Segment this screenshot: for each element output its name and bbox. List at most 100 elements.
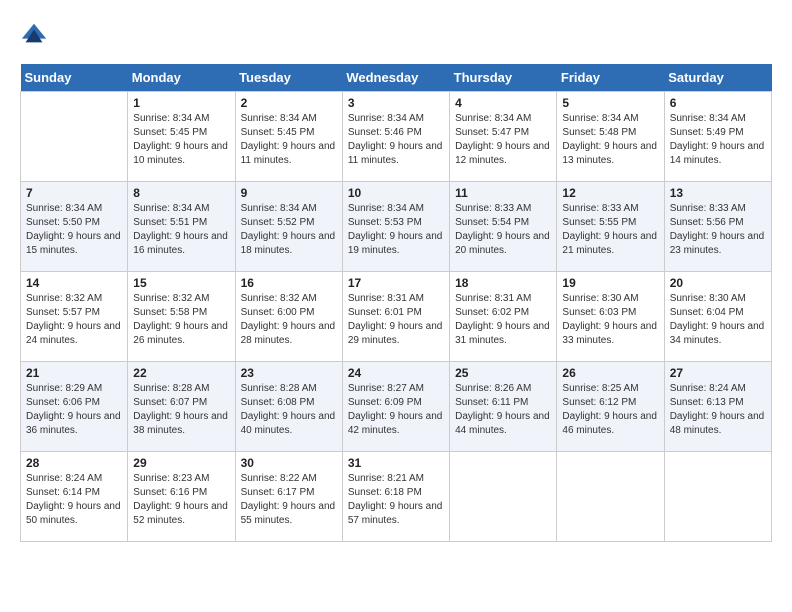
calendar-day-cell: 18 Sunrise: 8:31 AMSunset: 6:02 PMDayligh… <box>450 272 557 362</box>
calendar-day-cell: 14 Sunrise: 8:32 AMSunset: 5:57 PMDayligh… <box>21 272 128 362</box>
day-number: 14 <box>26 276 122 290</box>
day-number: 2 <box>241 96 337 110</box>
calendar-day-cell: 5Sunrise: 8:34 AMSunset: 5:48 PMDaylight… <box>557 92 664 182</box>
calendar-day-cell: 4 Sunrise: 8:34 AMSunset: 5:47 PMDaylight… <box>450 92 557 182</box>
day-info: Sunrise: 8:33 AMSunset: 5:55 PMDaylight:… <box>562 202 658 258</box>
day-info: Sunrise: 8:33 AMSunset: 5:54 PMDaylight:… <box>455 202 551 258</box>
calendar-day-cell: 31Sunrise: 8:21 AMSunset: 6:18 PMDayligh… <box>342 452 449 542</box>
calendar-day-cell <box>557 452 664 542</box>
day-info: Sunrise: 8:31 AMSunset: 6:02 PMDaylight:… <box>455 292 551 348</box>
day-number: 26 <box>562 366 658 380</box>
day-info: Sunrise: 8:25 AMSunset: 6:12 PMDaylight:… <box>562 382 658 438</box>
calendar-day-cell: 2 Sunrise: 8:34 AMSunset: 5:45 PMDaylight… <box>235 92 342 182</box>
day-number: 5 <box>562 96 658 110</box>
calendar-day-cell: 10 Sunrise: 8:34 AMSunset: 5:53 PMDayligh… <box>342 182 449 272</box>
day-number: 6 <box>670 96 766 110</box>
day-number: 10 <box>348 186 444 200</box>
calendar-day-cell: 7 Sunrise: 8:34 AMSunset: 5:50 PMDaylight… <box>21 182 128 272</box>
day-info: Sunrise: 8:29 AMSunset: 6:06 PMDaylight:… <box>26 382 122 438</box>
calendar-week-row: 7 Sunrise: 8:34 AMSunset: 5:50 PMDaylight… <box>21 182 772 272</box>
day-number: 23 <box>241 366 337 380</box>
calendar-day-cell: 27Sunrise: 8:24 AMSunset: 6:13 PMDayligh… <box>664 362 771 452</box>
day-info: Sunrise: 8:34 AMSunset: 5:46 PMDaylight:… <box>348 112 444 168</box>
day-number: 28 <box>26 456 122 470</box>
calendar-week-row: 21 Sunrise: 8:29 AMSunset: 6:06 PMDayligh… <box>21 362 772 452</box>
calendar-week-row: 1 Sunrise: 8:34 AMSunset: 5:45 PMDaylight… <box>21 92 772 182</box>
day-info: Sunrise: 8:24 AMSunset: 6:13 PMDaylight:… <box>670 382 766 438</box>
day-info: Sunrise: 8:34 AMSunset: 5:49 PMDaylight:… <box>670 112 766 168</box>
calendar-day-cell: 23 Sunrise: 8:28 AMSunset: 6:08 PMDayligh… <box>235 362 342 452</box>
calendar-day-cell: 29 Sunrise: 8:23 AMSunset: 6:16 PMDayligh… <box>128 452 235 542</box>
day-number: 22 <box>133 366 229 380</box>
day-number: 13 <box>670 186 766 200</box>
calendar-day-cell <box>21 92 128 182</box>
day-info: Sunrise: 8:34 AMSunset: 5:47 PMDaylight:… <box>455 112 551 168</box>
day-number: 30 <box>241 456 337 470</box>
day-info: Sunrise: 8:31 AMSunset: 6:01 PMDaylight:… <box>348 292 444 348</box>
calendar-day-cell: 24 Sunrise: 8:27 AMSunset: 6:09 PMDayligh… <box>342 362 449 452</box>
calendar-day-cell: 11 Sunrise: 8:33 AMSunset: 5:54 PMDayligh… <box>450 182 557 272</box>
day-number: 24 <box>348 366 444 380</box>
page-header <box>20 20 772 48</box>
day-info: Sunrise: 8:32 AMSunset: 5:58 PMDaylight:… <box>133 292 229 348</box>
day-info: Sunrise: 8:34 AMSunset: 5:53 PMDaylight:… <box>348 202 444 258</box>
calendar-day-cell: 16 Sunrise: 8:32 AMSunset: 6:00 PMDayligh… <box>235 272 342 362</box>
day-info: Sunrise: 8:23 AMSunset: 6:16 PMDaylight:… <box>133 472 229 528</box>
day-number: 4 <box>455 96 551 110</box>
day-number: 25 <box>455 366 551 380</box>
day-info: Sunrise: 8:34 AMSunset: 5:50 PMDaylight:… <box>26 202 122 258</box>
day-info: Sunrise: 8:22 AMSunset: 6:17 PMDaylight:… <box>241 472 337 528</box>
day-info: Sunrise: 8:27 AMSunset: 6:09 PMDaylight:… <box>348 382 444 438</box>
day-number: 7 <box>26 186 122 200</box>
day-of-week-header: Monday <box>128 64 235 92</box>
calendar-table: SundayMondayTuesdayWednesdayThursdayFrid… <box>20 64 772 542</box>
day-number: 12 <box>562 186 658 200</box>
day-of-week-header: Thursday <box>450 64 557 92</box>
day-info: Sunrise: 8:32 AMSunset: 5:57 PMDaylight:… <box>26 292 122 348</box>
day-of-week-header: Saturday <box>664 64 771 92</box>
calendar-day-cell <box>450 452 557 542</box>
day-info: Sunrise: 8:26 AMSunset: 6:11 PMDaylight:… <box>455 382 551 438</box>
day-number: 3 <box>348 96 444 110</box>
day-info: Sunrise: 8:28 AMSunset: 6:08 PMDaylight:… <box>241 382 337 438</box>
day-of-week-header: Friday <box>557 64 664 92</box>
day-number: 29 <box>133 456 229 470</box>
calendar-day-cell: 1 Sunrise: 8:34 AMSunset: 5:45 PMDaylight… <box>128 92 235 182</box>
logo <box>20 20 52 48</box>
day-info: Sunrise: 8:32 AMSunset: 6:00 PMDaylight:… <box>241 292 337 348</box>
day-info: Sunrise: 8:34 AMSunset: 5:45 PMDaylight:… <box>133 112 229 168</box>
day-of-week-header: Tuesday <box>235 64 342 92</box>
logo-icon <box>20 20 48 48</box>
day-number: 18 <box>455 276 551 290</box>
calendar-day-cell: 9 Sunrise: 8:34 AMSunset: 5:52 PMDaylight… <box>235 182 342 272</box>
calendar-day-cell: 25 Sunrise: 8:26 AMSunset: 6:11 PMDayligh… <box>450 362 557 452</box>
day-number: 11 <box>455 186 551 200</box>
calendar-day-cell: 15Sunrise: 8:32 AMSunset: 5:58 PMDayligh… <box>128 272 235 362</box>
day-info: Sunrise: 8:24 AMSunset: 6:14 PMDaylight:… <box>26 472 122 528</box>
calendar-day-cell: 6 Sunrise: 8:34 AMSunset: 5:49 PMDaylight… <box>664 92 771 182</box>
day-info: Sunrise: 8:34 AMSunset: 5:52 PMDaylight:… <box>241 202 337 258</box>
day-of-week-header: Wednesday <box>342 64 449 92</box>
day-info: Sunrise: 8:28 AMSunset: 6:07 PMDaylight:… <box>133 382 229 438</box>
day-number: 20 <box>670 276 766 290</box>
day-number: 9 <box>241 186 337 200</box>
calendar-day-cell: 20 Sunrise: 8:30 AMSunset: 6:04 PMDayligh… <box>664 272 771 362</box>
day-number: 8 <box>133 186 229 200</box>
calendar-day-cell: 26 Sunrise: 8:25 AMSunset: 6:12 PMDayligh… <box>557 362 664 452</box>
day-number: 16 <box>241 276 337 290</box>
day-of-week-header: Sunday <box>21 64 128 92</box>
day-number: 1 <box>133 96 229 110</box>
day-number: 21 <box>26 366 122 380</box>
day-info: Sunrise: 8:34 AMSunset: 5:45 PMDaylight:… <box>241 112 337 168</box>
day-number: 31 <box>348 456 444 470</box>
calendar-week-row: 14 Sunrise: 8:32 AMSunset: 5:57 PMDayligh… <box>21 272 772 362</box>
calendar-day-cell: 13 Sunrise: 8:33 AMSunset: 5:56 PMDayligh… <box>664 182 771 272</box>
day-info: Sunrise: 8:30 AMSunset: 6:04 PMDaylight:… <box>670 292 766 348</box>
calendar-day-cell <box>664 452 771 542</box>
day-info: Sunrise: 8:33 AMSunset: 5:56 PMDaylight:… <box>670 202 766 258</box>
day-info: Sunrise: 8:34 AMSunset: 5:51 PMDaylight:… <box>133 202 229 258</box>
day-info: Sunrise: 8:30 AMSunset: 6:03 PMDaylight:… <box>562 292 658 348</box>
calendar-day-cell: 17Sunrise: 8:31 AMSunset: 6:01 PMDayligh… <box>342 272 449 362</box>
calendar-day-cell: 30 Sunrise: 8:22 AMSunset: 6:17 PMDayligh… <box>235 452 342 542</box>
calendar-day-cell: 22 Sunrise: 8:28 AMSunset: 6:07 PMDayligh… <box>128 362 235 452</box>
